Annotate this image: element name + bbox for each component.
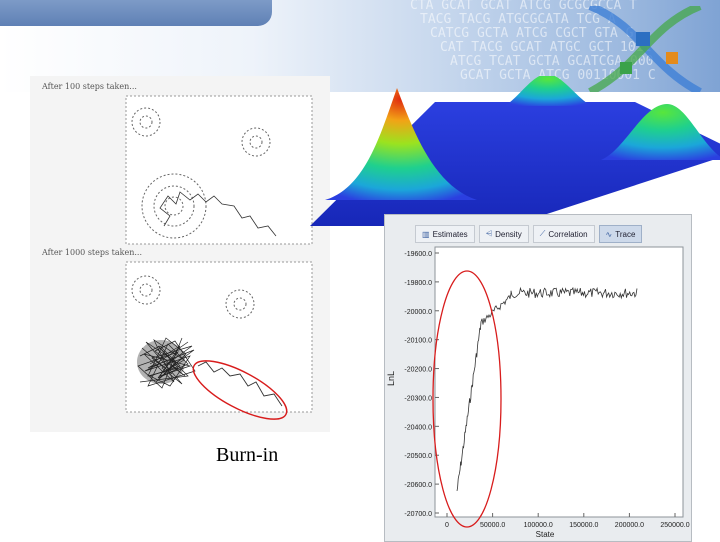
y-tick-label: -20700.0 xyxy=(404,511,432,518)
tab-estimates[interactable]: ▥ Estimates xyxy=(415,225,475,243)
y-tick-label: -19800.0 xyxy=(404,280,432,287)
trace-plot-area xyxy=(434,246,684,518)
trace-tab-bar: ▥ Estimates ⩤ Density ⟋ Correlation ∿ Trace xyxy=(415,225,643,243)
trace-window: ▥ Estimates ⩤ Density ⟋ Correlation ∿ Trace … xyxy=(384,214,692,542)
y-tick-label: -20100.0 xyxy=(404,338,432,345)
y-tick-label: -20500.0 xyxy=(404,453,432,460)
estimates-icon: ▥ xyxy=(422,229,430,239)
burn-in-label: Burn-in xyxy=(216,444,279,466)
tab-label: Trace xyxy=(615,229,636,239)
top-panel-frame xyxy=(125,95,313,245)
likelihood-surface-3d xyxy=(310,76,720,226)
y-tick-label: -20300.0 xyxy=(404,395,432,402)
random-walk-figure: After 100 steps taken... After 1000 step… xyxy=(30,76,330,432)
bottom-panel-frame xyxy=(125,261,313,413)
x-tick-label: 150000.0 xyxy=(569,522,598,529)
tab-correlation[interactable]: ⟋ Correlation xyxy=(532,225,595,243)
y-tick-label: -20000.0 xyxy=(404,309,432,316)
walk-density-core xyxy=(137,340,185,384)
x-tick-label: 50000.0 xyxy=(480,522,505,529)
tab-density[interactable]: ⩤ Density xyxy=(478,225,529,243)
tab-label: Estimates xyxy=(432,229,468,239)
random-walk-plots xyxy=(125,95,313,413)
tab-label: Density xyxy=(495,229,522,239)
y-tick-label: -20200.0 xyxy=(404,367,432,374)
x-tick-label: 200000.0 xyxy=(615,522,644,529)
y-axis-label: LnL xyxy=(386,371,396,386)
x-tick-label: 0 xyxy=(445,522,449,529)
y-tick-label: -19600.0 xyxy=(404,251,432,258)
surface-peak-medium xyxy=(505,76,591,106)
tab-trace[interactable]: ∿ Trace xyxy=(598,225,643,243)
density-icon: ⩤ xyxy=(485,229,493,238)
y-tick-label: -20400.0 xyxy=(404,424,432,431)
x-axis-label: State xyxy=(536,530,555,539)
trace-icon: ∿ xyxy=(605,229,613,239)
x-tick-label: 250000.0 xyxy=(660,522,689,529)
tab-label: Correlation xyxy=(548,229,588,239)
trace-plot: -19600.0 -19800.0 -20000.0 -20100.0 -20200.0… xyxy=(386,246,690,539)
x-tick-label: 100000.0 xyxy=(524,522,553,529)
y-tick-label: -20600.0 xyxy=(404,482,432,489)
correlation-icon: ⟋ xyxy=(539,229,546,238)
banner-tab xyxy=(0,0,272,26)
